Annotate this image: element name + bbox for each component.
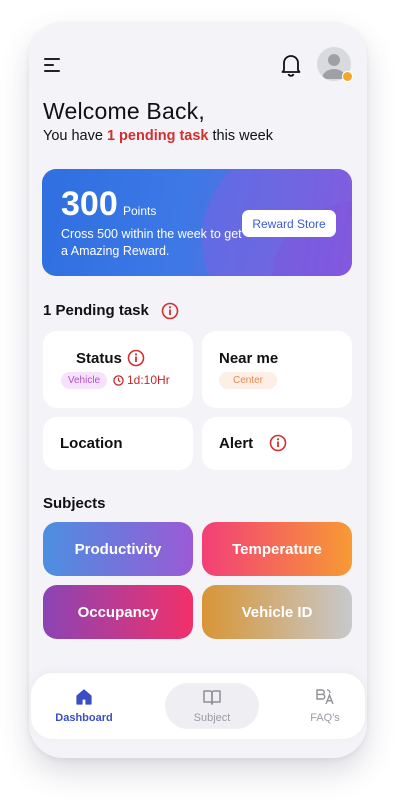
- vehicle-chip: Vehicle: [61, 372, 107, 389]
- location-card[interactable]: Location: [43, 417, 193, 470]
- bell-icon[interactable]: [280, 53, 302, 77]
- pending-task-title: 1 Pending task: [43, 302, 149, 319]
- info-icon[interactable]: [127, 349, 145, 367]
- book-icon: [203, 690, 221, 705]
- nav-faqs[interactable]: FAQ's: [299, 673, 351, 739]
- points-card: 300 Points Cross 500 within the week to …: [42, 169, 352, 276]
- nav-dashboard[interactable]: Dashboard: [49, 673, 119, 739]
- alert-card-title: Alert: [219, 435, 254, 452]
- clock-icon: [113, 374, 124, 386]
- home-icon: [76, 689, 92, 705]
- nav-subject[interactable]: Subject: [172, 673, 252, 739]
- welcome-heading: Welcome Back,: [43, 98, 205, 124]
- translate-icon: [316, 689, 334, 705]
- info-icon[interactable]: [269, 434, 287, 452]
- near-me-card[interactable]: Near me Center: [202, 331, 352, 408]
- bottom-navigation: Dashboard Subject FAQ's: [31, 673, 365, 739]
- avatar-status-badge: [342, 71, 353, 82]
- near-me-card-title: Near me: [219, 350, 279, 367]
- menu-icon[interactable]: [44, 57, 62, 73]
- timer-value: 1d:10Hr: [127, 373, 170, 387]
- subject-temperature[interactable]: Temperature: [202, 522, 352, 576]
- timer: 1d:10Hr: [113, 373, 170, 387]
- points-unit: Points: [123, 204, 157, 218]
- subjects-title: Subjects: [43, 495, 106, 512]
- info-icon[interactable]: [161, 302, 179, 320]
- subject-occupancy[interactable]: Occupancy: [43, 585, 193, 639]
- pending-count-highlight: 1 pending task: [106, 128, 209, 144]
- status-card[interactable]: Status Vehicle 1d:10Hr: [43, 331, 193, 408]
- subject-productivity[interactable]: Productivity: [43, 522, 193, 576]
- subject-vehicle-id[interactable]: Vehicle ID: [202, 585, 352, 639]
- alert-card[interactable]: Alert: [202, 417, 352, 470]
- pending-summary: You have 1 pending task this week: [43, 128, 273, 144]
- center-chip: Center: [219, 372, 277, 389]
- points-description: Cross 500 within the week to get a Amazi…: [61, 227, 242, 258]
- points-value: 300: [61, 185, 118, 223]
- reward-store-button[interactable]: Reward Store: [242, 210, 336, 237]
- location-card-title: Location: [60, 435, 123, 452]
- status-card-title: Status: [76, 350, 122, 367]
